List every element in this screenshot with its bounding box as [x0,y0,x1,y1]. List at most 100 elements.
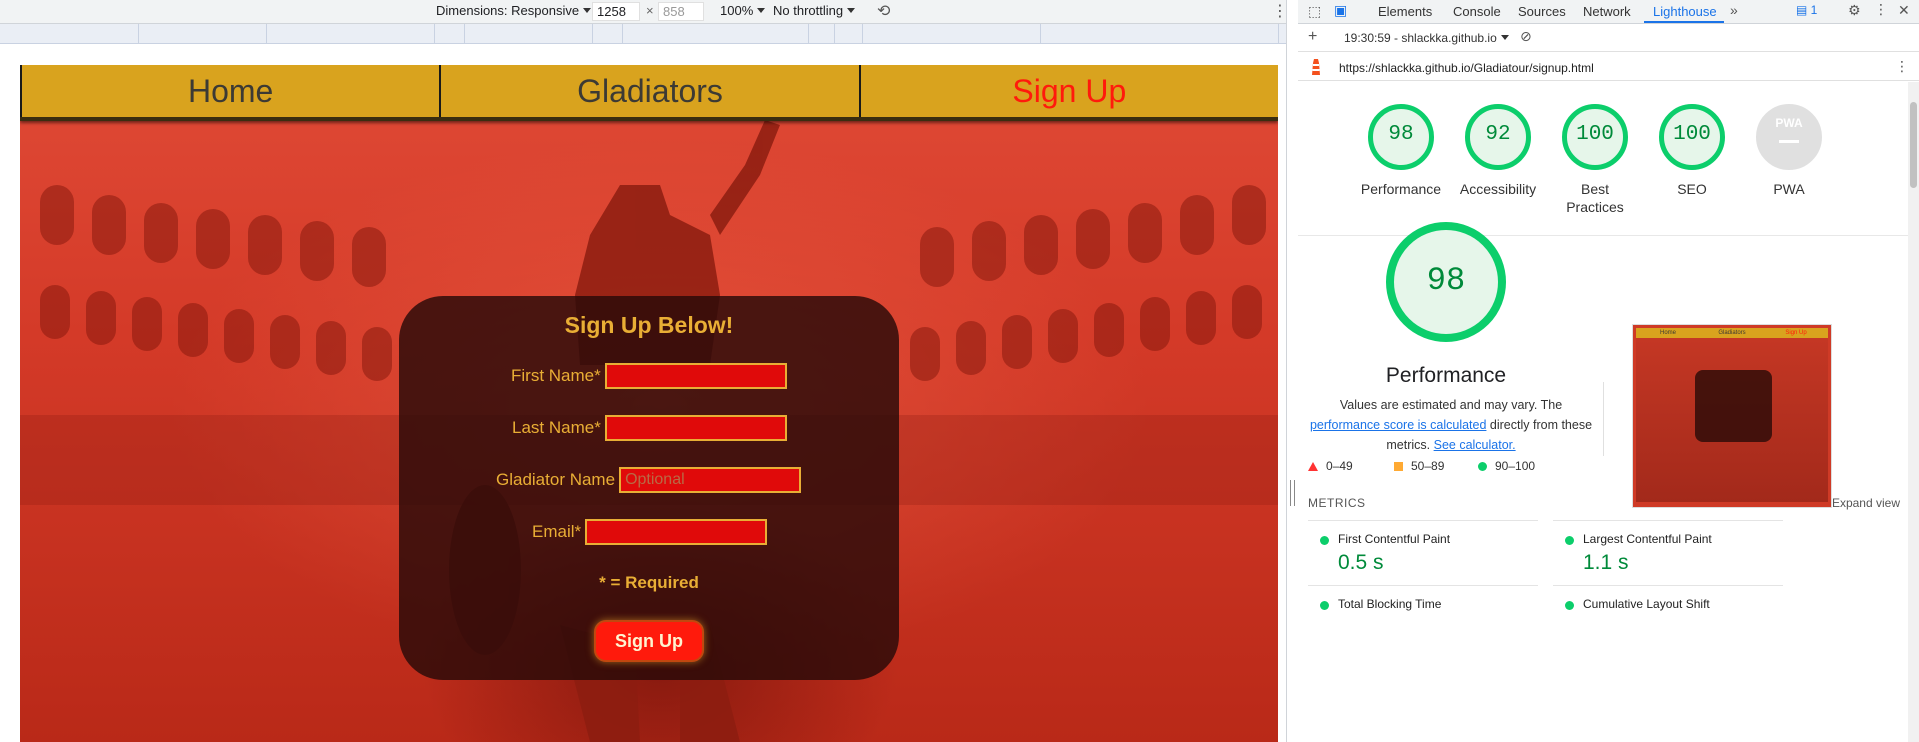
tab-sources[interactable]: Sources [1518,4,1566,19]
zoom-dropdown[interactable]: 100% [720,3,766,18]
email-input[interactable] [585,519,768,545]
drag-handle-icon [1290,480,1295,506]
thumbnail-nav-sign-up: Sign Up [1785,330,1807,336]
height-input[interactable]: 858 [658,2,704,21]
viewport-pane: Dimensions: Responsive 1258 × 858 100% N… [0,0,1288,742]
expand-view-toggle[interactable]: Expand view [1832,496,1900,510]
lighthouse-toolbar: + 19:30:59 - shlackka.github.io ⊘ [1298,25,1919,52]
devtools-pane: ⬚ ▣ Elements Console Sources Network Lig… [1298,0,1919,742]
thumbnail-navbar: Home Gladiators Sign Up [1636,328,1828,338]
site-navbar: Home Gladiators Sign Up [20,65,1278,121]
report-selector[interactable]: 19:30:59 - shlackka.github.io [1344,31,1509,45]
customize-menu-icon[interactable]: ⋮ [1874,1,1888,18]
metric-lcp: Largest Contentful Paint 1.1 s [1553,520,1783,586]
width-input[interactable]: 1258 [592,2,640,21]
pass-dot-icon [1320,536,1329,545]
divider [1603,382,1604,456]
metric-fcp: First Contentful Paint 0.5 s [1308,520,1538,586]
score-calculated-link[interactable]: performance score is calculated [1310,418,1486,432]
score-value: 100 [1673,123,1711,146]
first-name-input[interactable] [604,363,787,389]
pass-dot-icon [1320,601,1329,610]
metric-value: 0.5 s [1338,551,1384,574]
dimensions-dropdown[interactable]: Dimensions: Responsive [436,3,592,18]
media-query-ruler[interactable] [0,24,1286,44]
active-tab-indicator [1644,21,1724,23]
inspect-element-icon[interactable]: ⬚ [1308,3,1321,20]
times-sign: × [646,3,654,18]
gladiator-name-label: Gladiator Name [496,470,616,489]
sign-up-button[interactable]: Sign Up [594,620,704,662]
more-tabs-icon[interactable]: » [1730,2,1738,18]
metric-name: Total Blocking Time [1338,597,1442,611]
dimensions-label: Dimensions: Responsive [436,3,580,18]
tab-network[interactable]: Network [1583,4,1631,19]
scrollbar-thumb[interactable] [1910,102,1917,188]
last-name-label: Last Name* [512,418,601,437]
score-value: 92 [1485,123,1511,146]
metrics-header: METRICS Expand view [1308,496,1900,512]
score-legend: 0–49 50–89 90–100 [1308,459,1608,475]
performance-score-large: 98 [1426,262,1466,299]
chevron-down-icon [1500,35,1509,40]
metric-tbt: Total Blocking Time [1308,585,1538,651]
square-icon [1394,462,1403,471]
see-calculator-link[interactable]: See calculator. [1434,438,1516,452]
tab-console[interactable]: Console [1453,4,1501,19]
legend-average: 50–89 [1394,459,1444,473]
clear-all-icon[interactable]: ⊘ [1520,28,1532,45]
score-value: 100 [1576,123,1614,146]
metric-name: First Contentful Paint [1338,532,1451,546]
rendered-page: Home Gladiators Sign Up Sign Up Below! F… [20,65,1278,742]
report-scrollbar[interactable] [1908,82,1919,742]
nav-sign-up[interactable]: Sign Up [861,65,1278,117]
throttling-dropdown[interactable]: No throttling [773,3,856,18]
thumbnail-form-card [1695,370,1772,442]
divider [1298,235,1908,236]
tab-lighthouse[interactable]: Lighthouse [1653,4,1717,19]
signup-form: Sign Up Below! First Name* Last Name* Gl… [399,296,899,680]
issues-badge[interactable]: ▤ 1 [1796,3,1817,17]
device-toolbar-icon[interactable]: ▣ [1334,2,1347,19]
rotate-icon[interactable]: ⟲ [877,1,890,21]
thumbnail-nav-gladiators: Gladiators [1718,330,1746,336]
lighthouse-report: 98 Performance 92 Accessibility 100 Best… [1298,82,1908,742]
gladiator-name-row: Gladiator Name Optional [496,467,802,493]
tab-elements[interactable]: Elements [1378,4,1432,19]
lighthouse-logo-icon [1312,59,1320,75]
report-url-bar: https://shlackka.github.io/Gladiatour/si… [1298,53,1919,81]
nav-home[interactable]: Home [20,65,442,117]
nav-gladiators[interactable]: Gladiators [441,65,861,117]
issues-count: 1 [1810,3,1818,17]
thumbnail-nav-home: Home [1659,330,1676,336]
last-name-input[interactable] [604,415,787,441]
chevron-down-icon [847,8,856,13]
metric-cls: Cumulative Layout Shift [1553,585,1783,651]
chevron-down-icon [757,8,766,13]
chevron-down-icon [583,8,592,13]
score-label: SEO [1677,181,1707,197]
pane-splitter[interactable] [1286,0,1298,742]
gladiator-name-input[interactable]: Optional [619,467,802,493]
device-toolbar: Dimensions: Responsive 1258 × 858 100% N… [0,0,1288,24]
report-url[interactable]: https://shlackka.github.io/Gladiatour/si… [1339,61,1594,75]
performance-title: Performance [1385,364,1507,387]
pwa-badge-icon: PWA [1775,116,1803,130]
close-icon[interactable]: ✕ [1898,2,1910,19]
new-report-plus-icon[interactable]: + [1308,28,1317,46]
screen: Dimensions: Responsive 1258 × 858 100% N… [0,0,1919,742]
metric-value: 1.1 s [1583,551,1629,574]
report-menu-icon[interactable]: ⋮ [1895,58,1909,75]
first-name-row: First Name* [511,363,787,389]
zoom-label: 100% [720,3,754,18]
score-label: Best Practices [1566,181,1624,215]
form-title: Sign Up Below! [564,312,734,338]
throttling-label: No throttling [773,3,844,18]
report-selector-label: 19:30:59 - shlackka.github.io [1344,31,1497,45]
pass-dot-icon [1565,601,1574,610]
settings-gear-icon[interactable]: ⚙ [1848,2,1861,19]
circle-icon [1478,462,1487,471]
first-name-label: First Name* [511,366,601,385]
performance-note: Values are estimated and may vary. The p… [1309,398,1593,452]
required-note: * = Required [599,573,699,592]
